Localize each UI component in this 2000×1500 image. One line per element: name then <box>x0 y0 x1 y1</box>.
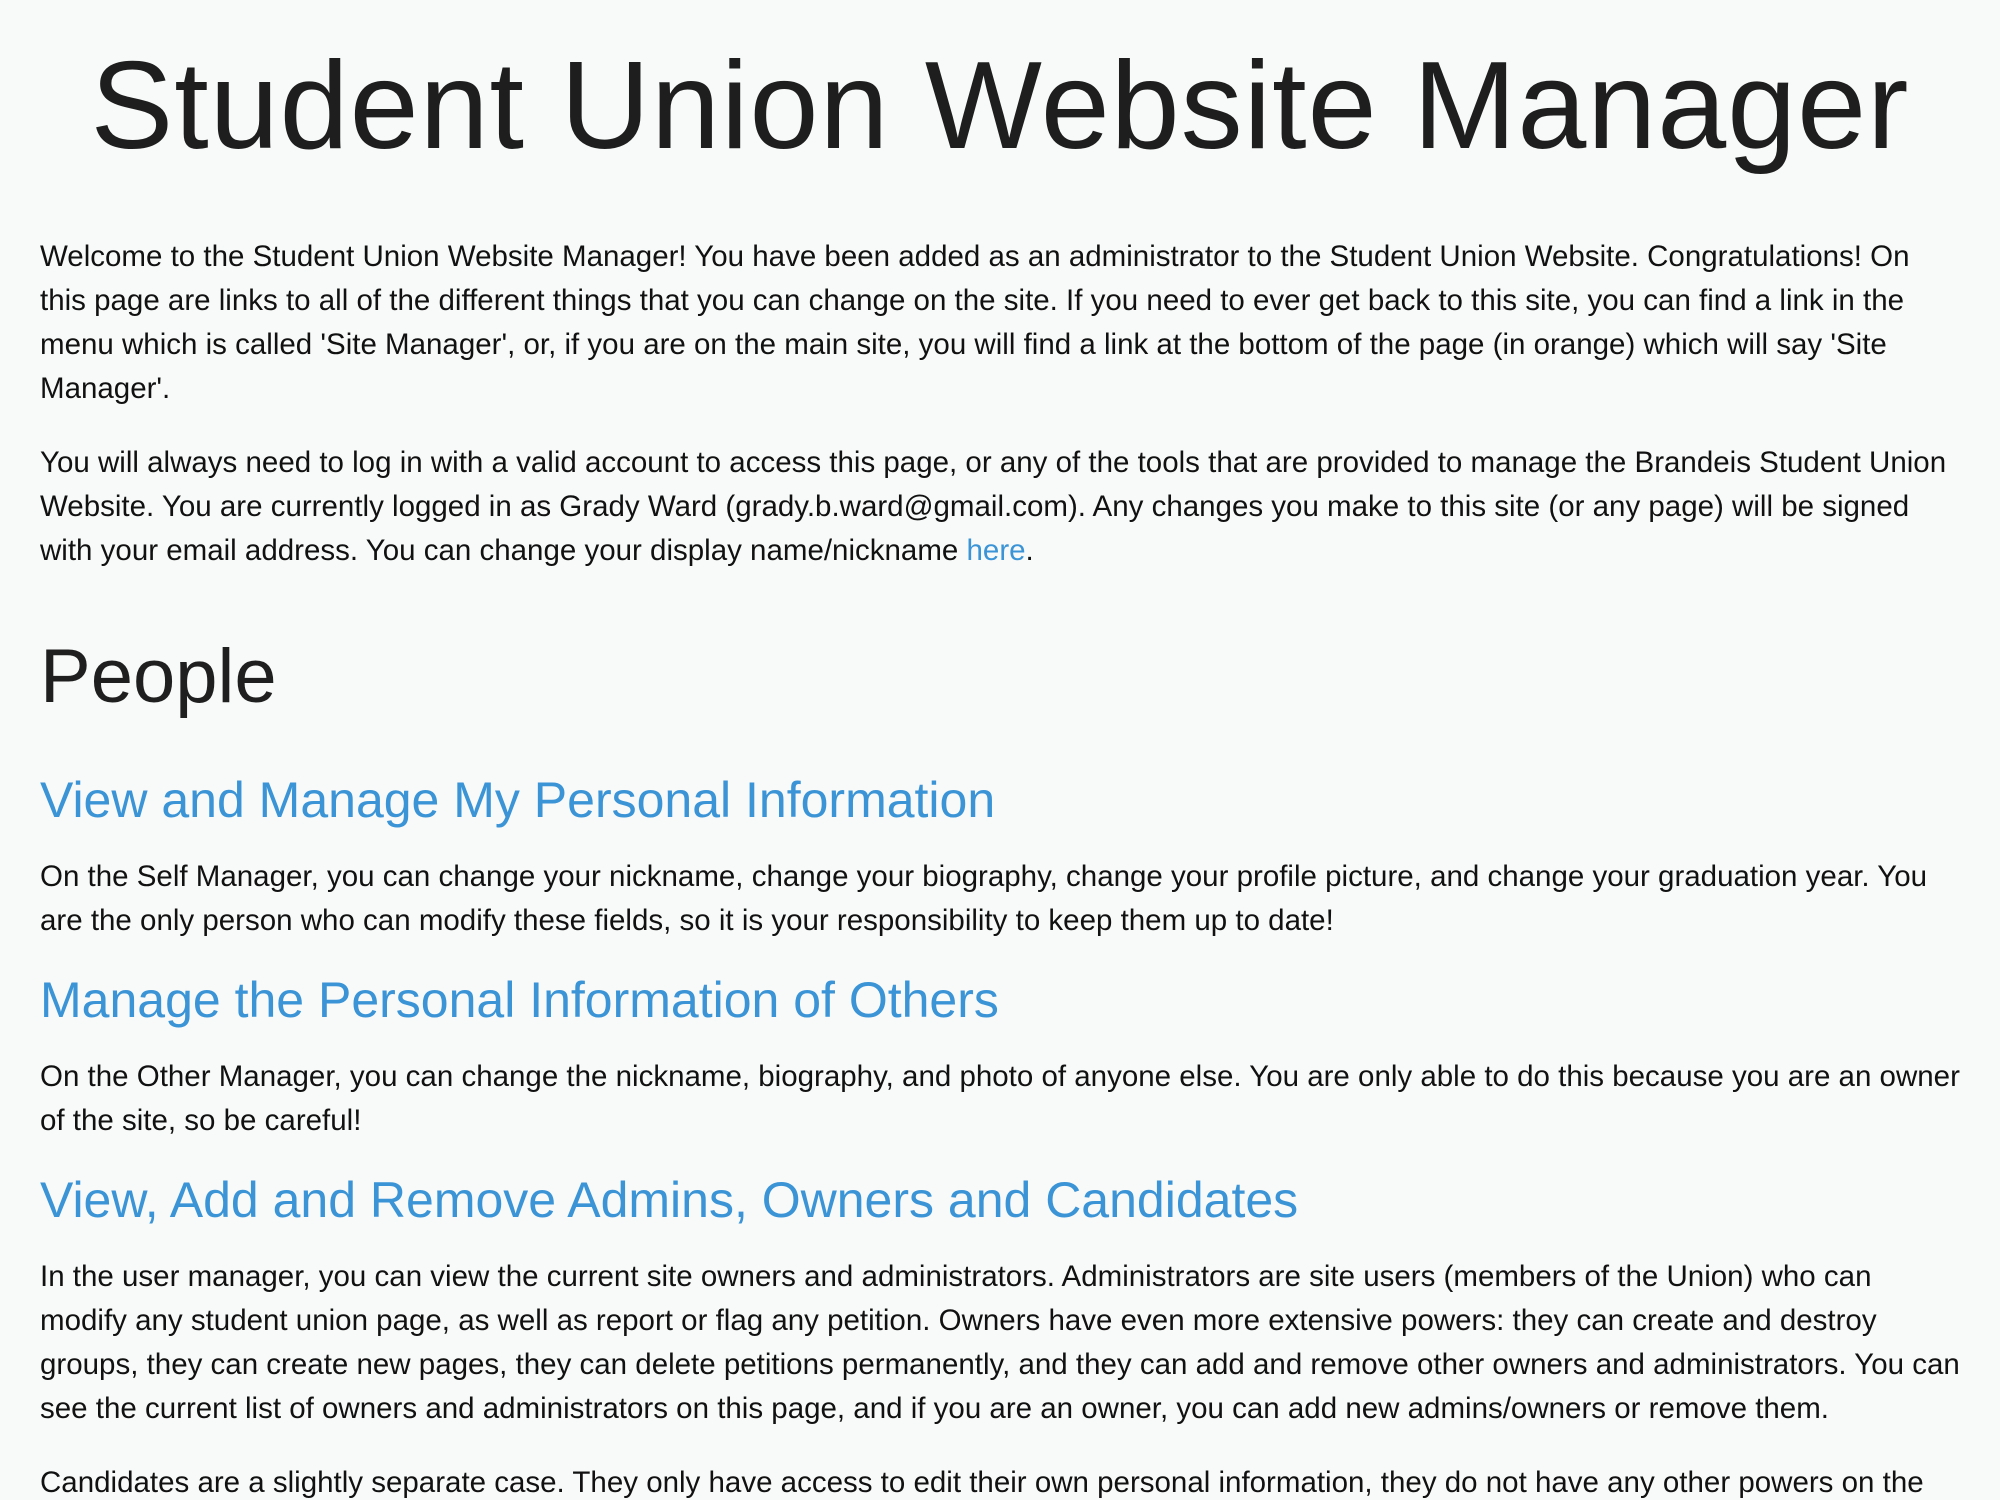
section-heading-people: People <box>40 634 277 719</box>
self-manager-heading[interactable]: View and Manage My Personal Information <box>40 775 1960 825</box>
user-manager-description: In the user manager, you can view the cu… <box>40 1260 1960 1425</box>
page: Student Union Website Manager Welcome to… <box>0 0 2000 1500</box>
other-manager-description: On the Other Manager, you can change the… <box>40 1060 1960 1137</box>
other-manager-heading[interactable]: Manage the Personal Information of Other… <box>40 975 1960 1025</box>
user-manager-link[interactable]: View, Add and Remove Admins, Owners and … <box>40 1172 1298 1228</box>
login-info-paragraph: You will always need to log in with a va… <box>40 441 1960 573</box>
candidates-description: Candidates are a slightly separate case.… <box>40 1466 1924 1499</box>
intro-paragraph: Welcome to the Student Union Website Man… <box>40 240 1910 405</box>
user-manager-heading[interactable]: View, Add and Remove Admins, Owners and … <box>40 1175 1960 1225</box>
self-manager-link[interactable]: View and Manage My Personal Information <box>40 772 995 828</box>
login-info-end: . <box>1025 534 1034 567</box>
self-manager-description: On the Self Manager, you can change your… <box>40 860 1928 937</box>
change-nickname-link[interactable]: here <box>967 534 1026 567</box>
page-title: Student Union Website Manager <box>90 37 1910 175</box>
other-manager-link[interactable]: Manage the Personal Information of Other… <box>40 972 999 1028</box>
